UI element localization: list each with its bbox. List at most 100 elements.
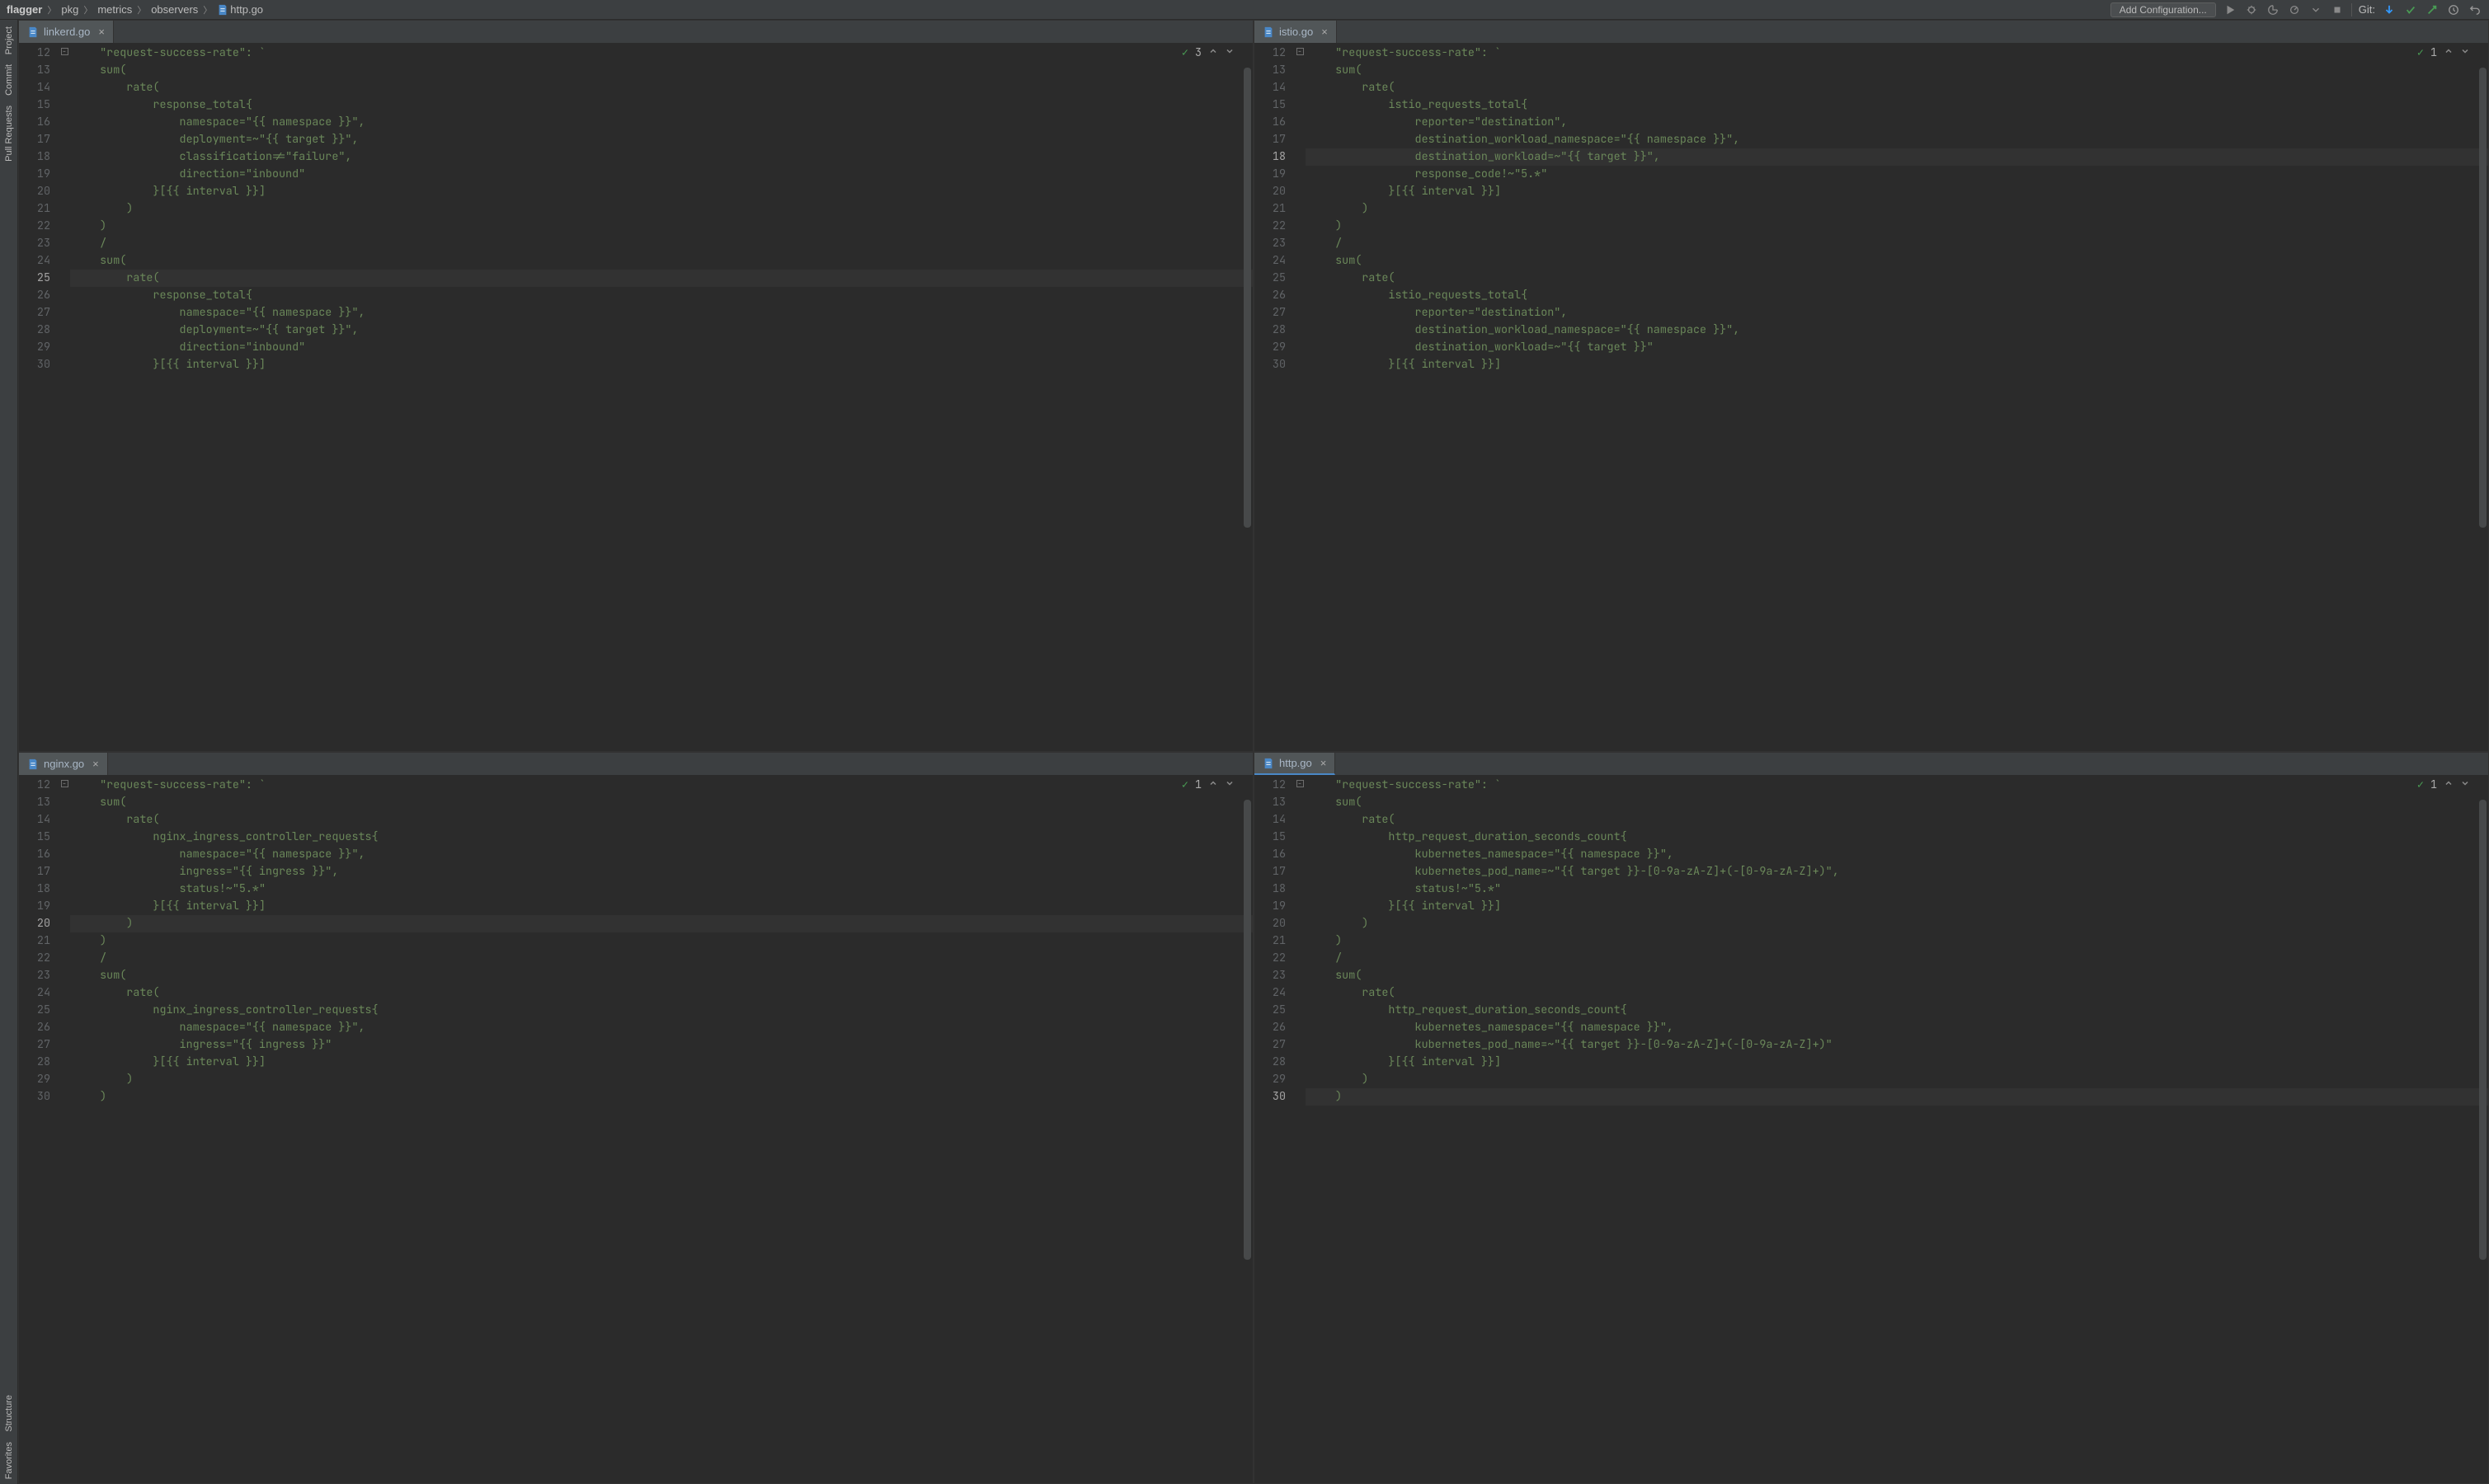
tab-label: istio.go [1279, 26, 1313, 38]
problems-count: 3 [1195, 45, 1202, 62]
close-icon[interactable]: × [1320, 757, 1327, 769]
prev-problem-icon[interactable] [1208, 45, 1218, 62]
editor[interactable]: 12131415161718192021222324252627282930- … [1254, 43, 2488, 751]
editor[interactable]: 12131415161718192021222324252627282930- … [19, 775, 1253, 1483]
next-problem-icon[interactable] [1225, 777, 1235, 794]
problems-count: 1 [1195, 777, 1202, 794]
gutter: 12131415161718192021222324252627282930 [1254, 43, 1294, 751]
git-label: Git: [2359, 3, 2375, 16]
prev-problem-icon[interactable] [2444, 777, 2454, 794]
inspections-widget[interactable]: ✓3 [1182, 45, 1235, 62]
crumb-part[interactable]: pkg [61, 3, 78, 16]
tab-label: http.go [1279, 757, 1312, 769]
git-commit-icon[interactable] [2403, 2, 2418, 17]
chevron-right-icon: 〉 [203, 3, 212, 16]
next-problem-icon[interactable] [2460, 777, 2470, 794]
run-icon[interactable] [2223, 2, 2237, 17]
editor-pane: nginx.go × 1213141516171819202122232425262… [18, 752, 1254, 1484]
editor-pane: linkerd.go × 12131415161718192021222324252… [18, 20, 1254, 752]
editor-tab[interactable]: linkerd.go × [19, 21, 114, 43]
editor[interactable]: 12131415161718192021222324252627282930- … [19, 43, 1253, 751]
problems-count: 1 [2430, 45, 2437, 62]
scrollbar[interactable] [1244, 800, 1251, 1260]
breadcrumb[interactable]: flagger 〉 pkg 〉 metrics 〉 observers 〉 ht… [7, 3, 263, 16]
tab-bar: linkerd.go × [19, 21, 1253, 43]
run-configuration-selector[interactable]: Add Configuration... [2110, 2, 2216, 17]
fold-handle-icon[interactable]: - [61, 48, 68, 55]
tab-bar: http.go × [1254, 753, 2488, 775]
left-toolstrip: Project Commit Pull Requests Structure F… [0, 20, 18, 1484]
profile-icon[interactable] [2287, 2, 2302, 17]
go-file-icon [1263, 758, 1274, 769]
tool-favorites[interactable]: Favorites [4, 1437, 14, 1484]
go-file-icon [27, 26, 39, 38]
editor-tab[interactable]: http.go × [1254, 753, 1335, 775]
rollback-icon[interactable] [2468, 2, 2482, 17]
inspections-widget[interactable]: ✓1 [1182, 777, 1235, 794]
stop-icon[interactable] [2330, 2, 2345, 17]
code-area[interactable]: "request-success-rate": ` sum( rate( res… [70, 43, 1253, 751]
go-file-icon [27, 758, 39, 770]
git-push-icon[interactable] [2425, 2, 2440, 17]
crumb-part[interactable]: observers [151, 3, 198, 16]
tab-label: linkerd.go [44, 26, 90, 38]
chevron-down-icon[interactable] [2308, 2, 2323, 17]
problems-count: 1 [2430, 777, 2437, 794]
code-area[interactable]: "request-success-rate": ` sum( rate( htt… [1306, 775, 2488, 1483]
scrollbar[interactable] [2479, 800, 2487, 1260]
code-area[interactable]: "request-success-rate": ` sum( rate( ist… [1306, 43, 2488, 751]
close-icon[interactable]: × [98, 26, 105, 38]
go-file-icon [1263, 26, 1274, 38]
crumb-part[interactable]: metrics [97, 3, 132, 16]
close-icon[interactable]: × [1321, 26, 1328, 38]
editor[interactable]: 12131415161718192021222324252627282930- … [1254, 775, 2488, 1483]
fold-column: - [1294, 43, 1306, 751]
code-area[interactable]: "request-success-rate": ` sum( rate( ngi… [70, 775, 1253, 1483]
fold-column: - [1294, 775, 1306, 1483]
scrollbar[interactable] [2479, 68, 2487, 528]
editor-split-grid: linkerd.go × 12131415161718192021222324252… [18, 20, 2489, 1484]
next-problem-icon[interactable] [1225, 45, 1235, 62]
check-icon: ✓ [1182, 45, 1188, 62]
navbar-right: Add Configuration... Git: [2110, 2, 2482, 17]
go-file-icon [217, 4, 228, 16]
editor-tab[interactable]: istio.go × [1254, 21, 1337, 43]
crumb-file[interactable]: http.go [230, 3, 263, 16]
chevron-right-icon: 〉 [47, 3, 56, 16]
gutter: 12131415161718192021222324252627282930 [19, 775, 59, 1483]
scrollbar[interactable] [1244, 68, 1251, 528]
fold-handle-icon[interactable]: - [1296, 780, 1304, 787]
tool-project[interactable]: Project [4, 21, 14, 59]
editor-pane: http.go × 12131415161718192021222324252627… [1254, 752, 2489, 1484]
debug-icon[interactable] [2244, 2, 2259, 17]
fold-handle-icon[interactable]: - [61, 780, 68, 787]
fold-column: - [59, 775, 70, 1483]
git-update-icon[interactable] [2382, 2, 2397, 17]
top-navbar: flagger 〉 pkg 〉 metrics 〉 observers 〉 ht… [0, 0, 2489, 20]
chevron-right-icon: 〉 [137, 3, 146, 16]
tool-structure[interactable]: Structure [4, 1390, 14, 1437]
inspections-widget[interactable]: ✓1 [2417, 45, 2470, 62]
prev-problem-icon[interactable] [2444, 45, 2454, 62]
tab-label: nginx.go [44, 758, 84, 770]
next-problem-icon[interactable] [2460, 45, 2470, 62]
gutter: 12131415161718192021222324252627282930 [19, 43, 59, 751]
gutter: 12131415161718192021222324252627282930 [1254, 775, 1294, 1483]
inspections-widget[interactable]: ✓1 [2417, 777, 2470, 794]
check-icon: ✓ [2417, 777, 2424, 794]
tab-bar: istio.go × [1254, 21, 2488, 43]
check-icon: ✓ [2417, 45, 2424, 62]
crumb-root[interactable]: flagger [7, 3, 42, 16]
tab-bar: nginx.go × [19, 753, 1253, 775]
close-icon[interactable]: × [92, 758, 99, 770]
fold-column: - [59, 43, 70, 751]
editor-pane: istio.go × 1213141516171819202122232425262… [1254, 20, 2489, 752]
fold-handle-icon[interactable]: - [1296, 48, 1304, 55]
chevron-right-icon: 〉 [83, 3, 92, 16]
prev-problem-icon[interactable] [1208, 777, 1218, 794]
tool-commit[interactable]: Commit [4, 59, 14, 101]
coverage-icon[interactable] [2266, 2, 2280, 17]
tool-pull-requests[interactable]: Pull Requests [4, 101, 14, 167]
editor-tab[interactable]: nginx.go × [19, 753, 108, 775]
history-icon[interactable] [2446, 2, 2461, 17]
